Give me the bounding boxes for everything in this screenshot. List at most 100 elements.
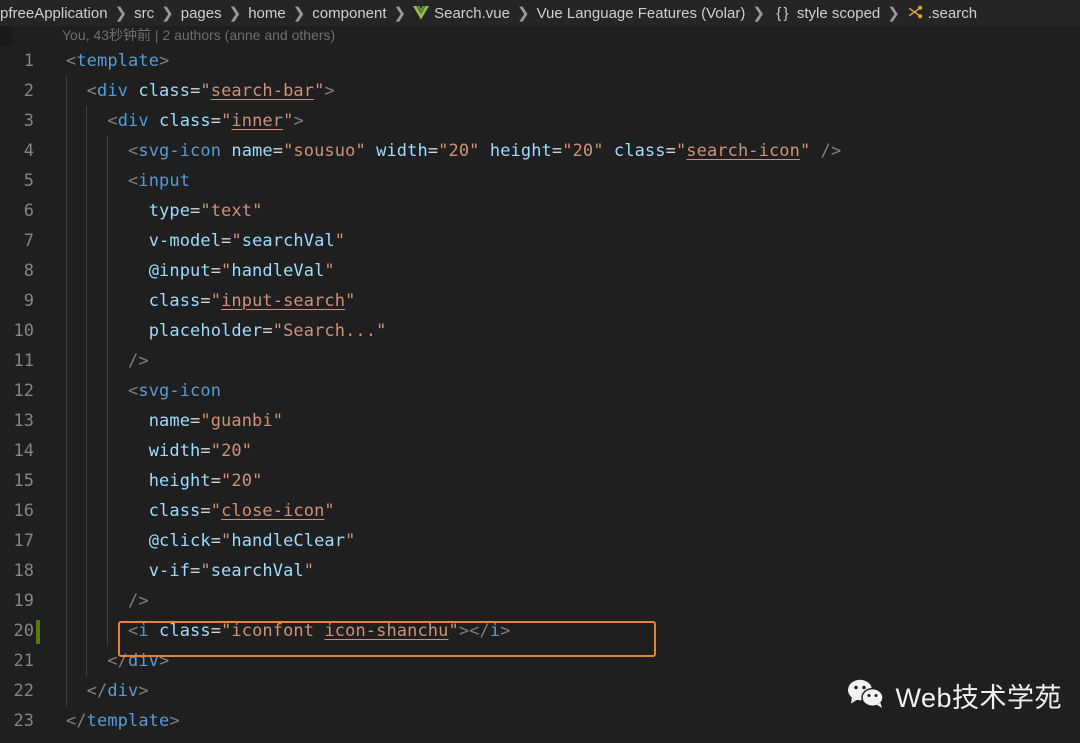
- breadcrumb-item-7[interactable]: { } style scoped: [772, 5, 880, 22]
- code-line[interactable]: 21 </div>: [0, 646, 1080, 676]
- code-line[interactable]: 19 />: [0, 586, 1080, 616]
- breadcrumb-label: Search.vue: [434, 4, 510, 22]
- line-number: 21: [13, 651, 34, 671]
- code-token: v-model: [148, 231, 222, 251]
- code-line[interactable]: 18 v-if="searchVal": [0, 556, 1080, 586]
- breadcrumb-separator-icon: ❯: [887, 5, 900, 22]
- breadcrumb-item-6[interactable]: Vue Language Features (Volar): [537, 5, 746, 22]
- code-line[interactable]: 10 placeholder="Search...": [0, 316, 1080, 346]
- code-token: ": [562, 141, 573, 161]
- line-number: 6: [23, 201, 34, 221]
- code-token: ": [376, 321, 387, 341]
- line-number: 18: [13, 561, 34, 581]
- code-token: <: [128, 621, 139, 641]
- code-token: div: [128, 651, 160, 671]
- breadcrumb-label: pfreeApplication: [0, 4, 108, 22]
- watermark-text: Web技术学苑: [895, 683, 1062, 713]
- code-token: class: [159, 111, 211, 131]
- code-text: class="close-icon": [66, 496, 335, 526]
- code-token: name: [148, 411, 191, 431]
- breadcrumb-item-3[interactable]: home: [248, 5, 286, 22]
- code-token: input: [138, 171, 191, 191]
- breadcrumb-separator-icon: ❯: [114, 5, 128, 22]
- code-editor[interactable]: 1 <template> 2 <div class="search-bar"> 3 <…: [0, 46, 1080, 743]
- code-token: <: [66, 51, 77, 71]
- code-line[interactable]: 11 />: [0, 346, 1080, 376]
- code-token: ": [324, 501, 335, 521]
- line-number: 3: [23, 111, 34, 131]
- code-line[interactable]: 2 <div class="search-bar">: [0, 76, 1080, 106]
- code-line[interactable]: 9 class="input-search": [0, 286, 1080, 316]
- code-text: <i class="iconfont icon-shanchu"></i>: [66, 616, 511, 646]
- code-token: ": [221, 471, 232, 491]
- line-number: 2: [23, 81, 34, 101]
- watermark: Web技术学苑: [847, 676, 1062, 715]
- breadcrumb-item-1[interactable]: src: [134, 5, 154, 22]
- code-token: handleClear: [231, 531, 346, 551]
- code-token: icon-shanchu: [324, 621, 449, 641]
- breadcrumb-separator-icon: ❯: [228, 5, 242, 22]
- line-number: 20: [13, 621, 34, 641]
- code-line[interactable]: 14 width="20": [0, 436, 1080, 466]
- code-token: ": [799, 141, 811, 161]
- code-token: <: [86, 81, 98, 101]
- code-line[interactable]: 3 <div class="inner">: [0, 106, 1080, 136]
- code-text: v-if="searchVal": [66, 556, 314, 586]
- code-token: >: [159, 51, 170, 71]
- code-token: <: [107, 111, 118, 131]
- breadcrumb-item-5[interactable]: Search.vue: [413, 5, 510, 22]
- code-line[interactable]: 1 <template>: [0, 46, 1080, 76]
- breadcrumb-item-0[interactable]: pfreeApplication: [0, 5, 108, 22]
- code-line[interactable]: 7 v-model="searchVal": [0, 226, 1080, 256]
- line-number: 1: [23, 51, 34, 71]
- code-token: ": [221, 621, 232, 641]
- code-token: i: [138, 621, 149, 641]
- code-line[interactable]: 13 name="guanbi": [0, 406, 1080, 436]
- code-line[interactable]: 12 <svg-icon: [0, 376, 1080, 406]
- line-number: 16: [13, 501, 34, 521]
- code-token: sousuo: [293, 141, 356, 161]
- code-token: 20: [231, 471, 253, 491]
- code-token: >: [293, 111, 304, 131]
- code-token: ": [438, 141, 449, 161]
- code-token: ": [675, 141, 687, 161]
- breadcrumb[interactable]: pfreeApplication ❯ src ❯ pages ❯ home ❯ componen…: [0, 0, 1080, 26]
- code-token: div: [97, 81, 129, 101]
- code-line[interactable]: 17 @click="handleClear": [0, 526, 1080, 556]
- code-token: handleVal: [231, 261, 325, 281]
- code-line[interactable]: 15 height="20": [0, 466, 1080, 496]
- breadcrumb-label: Vue Language Features (Volar): [536, 4, 746, 22]
- breadcrumb-item-4[interactable]: component: [312, 5, 386, 22]
- code-line[interactable]: 8 @input="handleVal": [0, 256, 1080, 286]
- breadcrumb-item-8[interactable]: .search: [907, 5, 977, 22]
- gutter-modified-marker: [36, 620, 40, 644]
- code-line[interactable]: 20 <i class="iconfont icon-shanchu"></i>: [0, 616, 1080, 646]
- code-token: =: [210, 621, 222, 641]
- line-number: 17: [13, 531, 34, 551]
- code-token: class: [148, 501, 201, 521]
- code-token: ": [283, 111, 294, 131]
- line-number: 11: [13, 351, 34, 371]
- code-token: >: [324, 81, 335, 101]
- code-token: =: [200, 441, 211, 461]
- code-token: >: [159, 651, 170, 671]
- code-line[interactable]: 5 <input: [0, 166, 1080, 196]
- code-token: </: [107, 651, 129, 671]
- code-token: searchVal: [210, 561, 304, 581]
- code-line[interactable]: 4 <svg-icon name="sousuo" width="20" hei…: [0, 136, 1080, 166]
- code-text: <div class="search-bar">: [66, 76, 335, 106]
- code-token: =: [190, 81, 201, 101]
- code-line[interactable]: 6 type="text": [0, 196, 1080, 226]
- breadcrumb-item-2[interactable]: pages: [181, 5, 222, 22]
- vue-file-icon: [413, 5, 430, 21]
- code-line[interactable]: 16 class="close-icon": [0, 496, 1080, 526]
- code-token: ": [221, 261, 232, 281]
